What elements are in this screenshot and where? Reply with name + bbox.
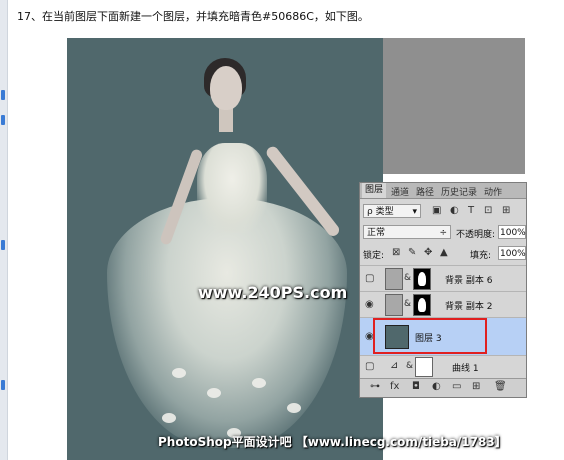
shape-filter-icon[interactable]: ⊡ [484,205,492,216]
smart-object-filter-icon[interactable]: ⊞ [502,205,510,216]
panel-bottom-bar: ⊶ fx ◘ ◐ ▭ ⊞ 🗑 [360,378,526,397]
fill-input[interactable]: 100% [498,246,526,260]
filter-row: ρ 类型 ▾ ▣ ◐ T ⊡ ⊞ [360,202,526,222]
trash-icon[interactable]: 🗑 [494,381,507,392]
tab-layers[interactable]: 图层 [362,183,387,198]
link-icon[interactable]: ⊶ [370,381,380,392]
flower-decoration [162,413,176,423]
layer-mask-thumbnail[interactable] [413,268,431,290]
workspace-background [383,38,525,174]
tab-paths[interactable]: 路径 [416,185,434,198]
strip-marker [1,90,5,100]
layer-thumbnail [385,294,403,316]
lock-pixels-icon[interactable]: ✎ [408,247,416,258]
lock-row: 锁定: ⊠ ✎ ✥ ▲ 填充: 100% [360,244,526,264]
layer-row[interactable]: ▢ ⊿ & 曲线 1 [360,355,526,378]
link-icon: & [406,361,414,371]
folder-icon[interactable]: ▭ [452,381,461,392]
layer-name: 背景 副本 2 [445,302,493,312]
link-icon: & [404,299,412,309]
blend-mode-value: 正常 [367,228,386,238]
layer-row[interactable]: ▢ & 背景 副本 6 [360,265,526,292]
lock-label: 锁定: [363,251,385,261]
mask-icon[interactable]: ◘ [412,381,420,392]
strip-marker [1,380,5,390]
blend-mode-select[interactable]: 正常 ÷ [363,225,451,239]
blend-row: 正常 ÷ 不透明度: 100% [360,223,526,243]
visibility-toggle-empty[interactable]: ▢ [365,273,374,284]
watermark-bottom: PhotoShop平面设计吧 【www.linecg.com/tieba/178… [158,435,507,449]
tab-history[interactable]: 历史记录 [441,185,477,198]
layers-panel: 图层 通道 路径 历史记录 动作 ρ 类型 ▾ ▣ ◐ T ⊡ ⊞ 正常 ÷ 不… [359,182,527,398]
visibility-toggle-empty[interactable]: ▢ [365,361,374,372]
panel-tabs: 图层 通道 路径 历史记录 动作 [360,183,526,199]
fx-icon[interactable]: fx [390,381,399,392]
chevron-down-icon: ÷ [439,228,447,238]
chevron-down-icon: ▾ [412,207,417,217]
opacity-label: 不透明度: [456,230,496,240]
flower-decoration [172,368,186,378]
eye-icon[interactable]: ◉ [365,299,374,310]
fill-label: 填充: [470,251,492,261]
adjustment-icon[interactable]: ◐ [432,381,441,392]
flower-decoration [252,378,266,388]
layer-name: 背景 副本 6 [445,276,493,286]
flower-decoration [287,403,301,413]
type-filter-icon[interactable]: T [468,205,474,216]
lock-transparent-icon[interactable]: ⊠ [392,247,400,258]
new-layer-icon[interactable]: ⊞ [472,381,480,392]
strip-marker [1,115,5,125]
layer-thumbnail [385,268,403,290]
layer-mask-thumbnail[interactable] [413,294,431,316]
dress-skirt [107,198,347,448]
strip-marker [1,240,5,250]
tab-actions[interactable]: 动作 [484,185,502,198]
layer-filter-select[interactable]: ρ 类型 ▾ [363,204,421,218]
dress-bodice [197,143,267,233]
pixel-filter-icon[interactable]: ▣ [432,205,441,216]
lock-all-icon[interactable]: ▲ [440,247,448,258]
step-instruction: 17、在当前图层下面新建一个图层，并填充暗青色#50686C，如下图。 [17,10,369,23]
document-canvas [67,38,383,460]
lock-position-icon[interactable]: ✥ [424,247,432,258]
highlight-box [373,318,487,354]
watermark-center: www.240PS.com [198,283,348,302]
face [210,66,242,110]
tab-channels[interactable]: 通道 [391,185,409,198]
layer-name: 曲线 1 [452,364,479,374]
curves-adjustment-icon: ⊿ [390,360,399,371]
layer-row[interactable]: ◉ & 背景 副本 2 [360,291,526,318]
bride-photo [67,38,383,460]
opacity-input[interactable]: 100% [498,225,526,239]
filter-label: ρ 类型 [367,207,394,217]
left-window-strip [0,0,8,460]
flower-decoration [207,388,221,398]
adjustment-filter-icon[interactable]: ◐ [450,205,459,216]
adjustment-mask-thumbnail[interactable] [415,357,433,377]
link-icon: & [404,273,412,283]
